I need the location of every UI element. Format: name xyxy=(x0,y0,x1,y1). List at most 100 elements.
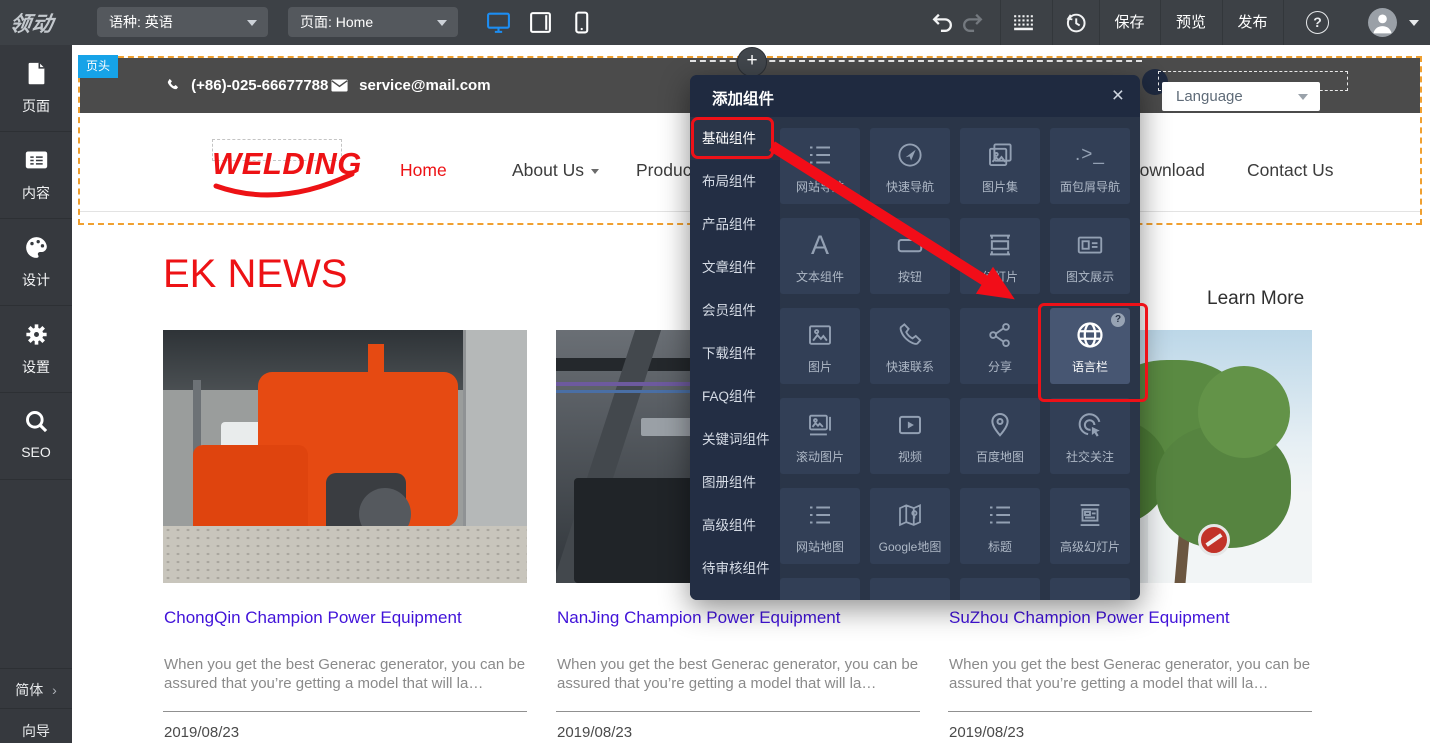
sidebar-item-label: 设置 xyxy=(0,357,72,377)
sidebar-separator xyxy=(0,708,72,709)
toolbar-divider xyxy=(1052,0,1053,45)
tile-clipped[interactable] xyxy=(780,578,860,600)
seo-icon xyxy=(23,422,50,439)
language-selector[interactable]: Language xyxy=(1162,82,1320,111)
tile-slider[interactable]: 幻灯片 xyxy=(960,218,1040,294)
tile-share[interactable]: 分享 xyxy=(960,308,1040,384)
toolbar-divider xyxy=(1283,0,1284,45)
sidebar-item-design[interactable]: 设计 xyxy=(0,219,72,306)
tile-clipped[interactable] xyxy=(1050,578,1130,600)
tile-help-badge[interactable]: ? xyxy=(1111,313,1125,327)
category-product[interactable]: 产品组件 xyxy=(690,203,780,246)
header-section-tag[interactable]: 页头 xyxy=(78,55,118,78)
tile-baidu-map[interactable]: 百度地图 xyxy=(960,398,1040,474)
add-component-button[interactable]: + xyxy=(737,47,767,77)
publish-button[interactable]: 发布 xyxy=(1222,0,1283,45)
news-title-link[interactable]: SuZhou Champion Power Equipment xyxy=(949,608,1230,628)
redo-icon[interactable] xyxy=(960,10,985,35)
wizard-label: 向导 xyxy=(22,723,50,739)
learn-more-link[interactable]: Learn More xyxy=(1207,288,1304,310)
tile-language-bar[interactable]: ? 语言栏 xyxy=(1050,308,1130,384)
card-divider xyxy=(948,711,1312,712)
chevron-down-icon xyxy=(1298,94,1308,100)
nav-item-about[interactable]: About Us xyxy=(512,160,599,181)
account-menu-caret-icon[interactable] xyxy=(1409,20,1419,26)
category-article[interactable]: 文章组件 xyxy=(690,246,780,289)
history-icon[interactable] xyxy=(1063,10,1088,35)
category-advanced[interactable]: 高级组件 xyxy=(690,504,780,547)
sidebar-item-settings[interactable]: 设置 xyxy=(0,306,72,393)
content-icon xyxy=(23,161,50,178)
grid-layout-icon[interactable] xyxy=(1011,10,1036,35)
chevron-right-icon: › xyxy=(52,682,57,698)
news-title-link[interactable]: ChongQin Champion Power Equipment xyxy=(164,608,462,628)
sidebar-separator xyxy=(0,668,72,669)
sidebar-item-pages[interactable]: 页面 xyxy=(0,45,72,132)
tile-video[interactable]: 视频 xyxy=(870,398,950,474)
page-dropdown[interactable]: 页面: Home xyxy=(288,7,458,37)
tile-scrolling-image[interactable]: 滚动图片 xyxy=(780,398,860,474)
tile-button[interactable]: 按钮 xyxy=(870,218,950,294)
save-button[interactable]: 保存 xyxy=(1099,0,1160,45)
tile-text[interactable]: A 文本组件 xyxy=(780,218,860,294)
preview-button[interactable]: 预览 xyxy=(1160,0,1222,45)
tile-advanced-slider[interactable]: 高级幻灯片 xyxy=(1050,488,1130,564)
email-contact: service@mail.com xyxy=(331,77,491,94)
site-logo[interactable]: WELDING xyxy=(212,146,372,206)
page-dropdown-value: 页面: Home xyxy=(300,14,373,30)
settings-icon xyxy=(23,335,50,352)
map-icon xyxy=(895,498,925,532)
app-logo: 领动 xyxy=(8,8,56,38)
tile-breadcrumb[interactable]: .>_ 面包屑导航 xyxy=(1050,128,1130,204)
news-excerpt: When you get the best Generac generator,… xyxy=(164,655,536,693)
phone-contact: (+86)-025-66677788 xyxy=(165,77,328,94)
language-variant-dropdown[interactable]: 语种: 英语 xyxy=(97,7,268,37)
sidebar-item-seo[interactable]: SEO xyxy=(0,393,72,480)
tile-sitemap[interactable]: 网站地图 xyxy=(780,488,860,564)
chevron-down-icon xyxy=(591,169,599,174)
category-pending[interactable]: 待审核组件 xyxy=(690,547,780,590)
desktop-view-icon[interactable] xyxy=(486,10,511,35)
sidebar-item-label: SEO xyxy=(0,444,72,460)
nav-item-home[interactable]: Home xyxy=(400,160,447,181)
sidebar-item-content[interactable]: 内容 xyxy=(0,132,72,219)
language-selector-value: Language xyxy=(1176,88,1243,105)
map-pin-icon xyxy=(985,408,1015,442)
news-image-machinery[interactable] xyxy=(163,330,527,583)
tile-quick-contact[interactable]: 快速联系 xyxy=(870,308,950,384)
category-basic[interactable]: 基础组件 xyxy=(690,117,780,160)
tile-site-nav[interactable]: 网站导航 xyxy=(780,128,860,204)
tile-image[interactable]: 图片 xyxy=(780,308,860,384)
tile-clipped[interactable] xyxy=(960,578,1040,600)
tile-google-map[interactable]: Google地图 xyxy=(870,488,950,564)
help-icon[interactable]: ? xyxy=(1306,11,1329,34)
card-divider xyxy=(556,711,920,712)
user-avatar[interactable] xyxy=(1368,8,1397,37)
category-gallery[interactable]: 图册组件 xyxy=(690,461,780,504)
sidebar-item-simplified-chinese[interactable]: 简体 › xyxy=(0,680,72,700)
tile-heading[interactable]: 标题 xyxy=(960,488,1040,564)
category-download[interactable]: 下载组件 xyxy=(690,332,780,375)
tile-gallery[interactable]: 图片集 xyxy=(960,128,1040,204)
category-faq[interactable]: FAQ组件 xyxy=(690,375,780,418)
close-icon[interactable]: × xyxy=(1112,84,1124,108)
tile-clipped[interactable] xyxy=(870,578,950,600)
page-icon xyxy=(23,74,50,91)
news-date: 2019/08/23 xyxy=(164,724,239,741)
category-keyword[interactable]: 关键词组件 xyxy=(690,418,780,461)
category-layout[interactable]: 布局组件 xyxy=(690,160,780,203)
mobile-view-icon[interactable] xyxy=(569,10,594,35)
tile-social-follow[interactable]: 社交关注 xyxy=(1050,398,1130,474)
tile-media-text[interactable]: 图文展示 xyxy=(1050,218,1130,294)
chevron-down-icon xyxy=(247,20,257,26)
tile-quick-nav[interactable]: 快速导航 xyxy=(870,128,950,204)
globe-icon xyxy=(1074,318,1106,352)
category-member[interactable]: 会员组件 xyxy=(690,289,780,332)
undo-icon[interactable] xyxy=(930,10,955,35)
tablet-view-icon[interactable] xyxy=(528,10,553,35)
nav-item-contact[interactable]: Contact Us xyxy=(1247,160,1334,181)
sidebar-item-wizard[interactable]: 向导 xyxy=(0,721,72,741)
card-divider xyxy=(163,711,527,712)
news-title-link[interactable]: NanJing Champion Power Equipment xyxy=(557,608,841,628)
news-card: ChongQin Champion Power Equipment When y… xyxy=(163,330,527,583)
